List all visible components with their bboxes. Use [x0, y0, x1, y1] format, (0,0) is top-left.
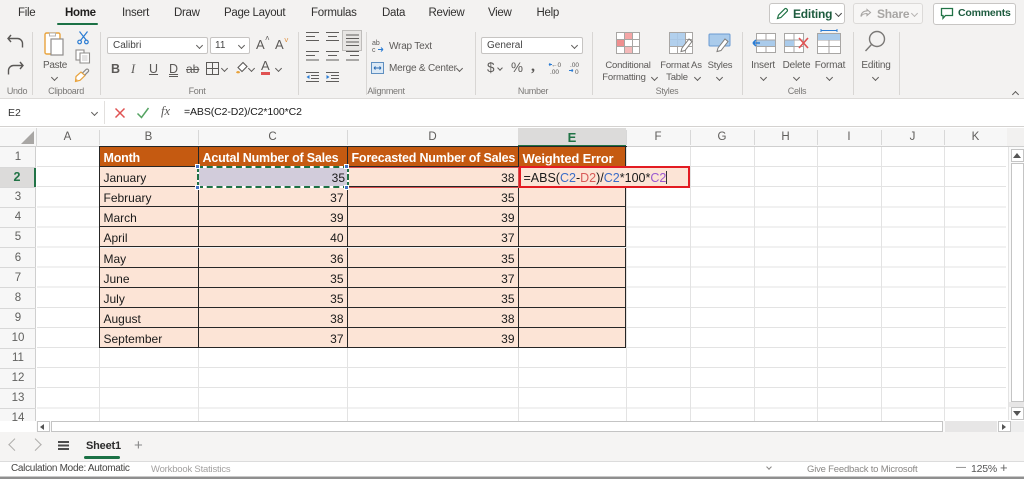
- svg-text:ab: ab: [372, 40, 380, 47]
- svg-text:0: 0: [575, 69, 579, 74]
- svg-text:.00: .00: [570, 62, 579, 69]
- svg-text:c: c: [372, 47, 376, 52]
- svg-text:.00: .00: [550, 69, 559, 74]
- svg-text:←0: ←0: [551, 62, 562, 69]
